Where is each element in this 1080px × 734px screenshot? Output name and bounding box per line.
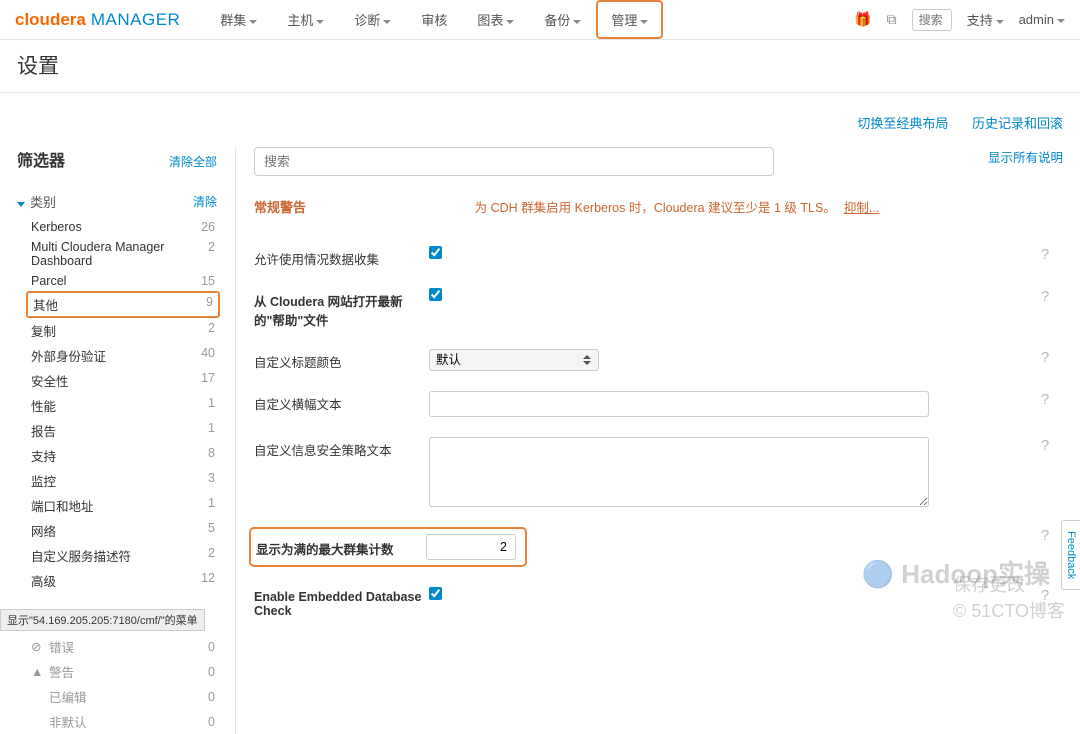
- help-icon[interactable]: ?: [1027, 437, 1063, 454]
- setting-label: 自定义标题颜色: [254, 349, 429, 371]
- nav-item-0[interactable]: 群集: [205, 0, 272, 39]
- status-footer: 显示"54.169.205.205:7180/cmf/"的菜单: [0, 609, 205, 631]
- category-item[interactable]: Multi Cloudera Manager Dashboard2: [29, 237, 217, 271]
- category-item[interactable]: Kerberos26: [29, 217, 217, 237]
- setting-checkbox[interactable]: [429, 587, 442, 600]
- setting-row: 自定义横幅文本?: [254, 381, 1063, 427]
- setting-label: 允许使用情况数据收集: [254, 246, 429, 268]
- status-item[interactable]: ▲警告0: [29, 659, 217, 684]
- help-icon[interactable]: ?: [1027, 288, 1063, 305]
- support-menu[interactable]: 支持: [967, 10, 1004, 29]
- help-icon[interactable]: ?: [1027, 391, 1063, 408]
- global-search-input[interactable]: [912, 9, 952, 31]
- nav-item-2[interactable]: 诊断: [339, 0, 406, 39]
- status-list: ⊘错误0▲警告0已编辑0非默认0: [17, 634, 217, 734]
- setting-row: Enable Embedded Database Check?: [254, 577, 1063, 628]
- category-clear-link[interactable]: 清除: [193, 193, 217, 210]
- setting-label: Enable Embedded Database Check: [254, 587, 429, 618]
- setting-checkbox[interactable]: [429, 288, 442, 301]
- switch-classic-link[interactable]: 切换至经典布局: [857, 116, 948, 131]
- settings-form: 允许使用情况数据收集?从 Cloudera 网站打开最新的"帮助"文件?自定义标…: [254, 236, 1063, 628]
- setting-label: 自定义横幅文本: [254, 391, 429, 413]
- status-item[interactable]: 已编辑0: [29, 684, 217, 709]
- category-item[interactable]: 复制2: [29, 318, 217, 343]
- category-item[interactable]: 安全性17: [29, 368, 217, 393]
- status-item[interactable]: 非默认0: [29, 709, 217, 734]
- category-list: Kerberos26Multi Cloudera Manager Dashboa…: [17, 217, 217, 593]
- setting-row: 自定义标题颜色默认?: [254, 339, 1063, 381]
- suppress-link[interactable]: 抑制...: [844, 201, 879, 215]
- setting-textarea[interactable]: [429, 437, 929, 507]
- parcel-icon[interactable]: 🎁: [854, 11, 871, 28]
- setting-row: 显示为满的最大群集计数?: [254, 517, 1063, 577]
- settings-search-input[interactable]: [254, 147, 774, 176]
- page-title-bar: 设置: [0, 40, 1080, 93]
- feedback-tab[interactable]: Feedback: [1061, 520, 1080, 590]
- nav-item-1[interactable]: 主机: [272, 0, 339, 39]
- category-item[interactable]: 高级12: [29, 568, 217, 593]
- setting-row: 允许使用情况数据收集?: [254, 236, 1063, 278]
- clear-all-link[interactable]: 清除全部: [169, 153, 217, 170]
- user-menu[interactable]: admin: [1019, 12, 1065, 27]
- status-item[interactable]: ⊘错误0: [29, 634, 217, 659]
- category-item[interactable]: Parcel15: [29, 271, 217, 291]
- page-title: 设置: [17, 50, 1063, 80]
- setting-text-input[interactable]: [429, 391, 929, 417]
- settings-main: 显示所有说明 常规警告 为 CDH 群集启用 Kerberos 时，Cloude…: [235, 147, 1063, 734]
- setting-label: 显示为满的最大群集计数: [256, 536, 426, 558]
- logo-suffix: MANAGER: [91, 10, 180, 30]
- help-icon[interactable]: ?: [1027, 587, 1063, 604]
- nav-item-5[interactable]: 备份: [529, 0, 596, 39]
- category-item[interactable]: 端口和地址1: [29, 493, 217, 518]
- filter-sidebar: 筛选器 清除全部 类别 清除 Kerberos26Multi Cloudera …: [17, 147, 217, 734]
- setting-row: 自定义信息安全策略文本?: [254, 427, 1063, 517]
- setting-select[interactable]: 默认: [429, 349, 599, 371]
- filter-title: 筛选器: [17, 147, 65, 171]
- history-link[interactable]: 历史记录和回滚: [972, 116, 1063, 131]
- setting-label: 从 Cloudera 网站打开最新的"帮助"文件: [254, 288, 429, 329]
- category-item[interactable]: 自定义服务描述符2: [29, 543, 217, 568]
- category-item[interactable]: 性能1: [29, 393, 217, 418]
- nav-item-3[interactable]: 审核: [406, 0, 462, 39]
- setting-checkbox[interactable]: [429, 246, 442, 259]
- category-item[interactable]: 其他9: [26, 291, 220, 318]
- category-item[interactable]: 监控3: [29, 468, 217, 493]
- category-item[interactable]: 网络5: [29, 518, 217, 543]
- category-item[interactable]: 报告1: [29, 418, 217, 443]
- category-item[interactable]: 支持8: [29, 443, 217, 468]
- setting-label: 自定义信息安全策略文本: [254, 437, 429, 459]
- help-icon[interactable]: ?: [1027, 246, 1063, 263]
- help-icon[interactable]: ?: [1027, 349, 1063, 366]
- nav-items: 群集主机诊断审核图表备份管理: [205, 0, 663, 39]
- top-navigation: cloudera MANAGER 群集主机诊断审核图表备份管理 🎁 ⧉ 支持 a…: [0, 0, 1080, 40]
- running-icon[interactable]: ⧉: [887, 11, 897, 28]
- show-all-link[interactable]: 显示所有说明: [988, 147, 1063, 166]
- top-links: 切换至经典布局 历史记录和回滚: [17, 113, 1063, 132]
- logo-brand: cloudera: [15, 10, 86, 30]
- warning-message: 为 CDH 群集启用 Kerberos 时，Cloudera 建议至少是 1 级…: [475, 201, 880, 215]
- category-item[interactable]: 外部身份验证40: [29, 343, 217, 368]
- setting-number-input[interactable]: [426, 534, 516, 560]
- chevron-down-icon: [17, 202, 25, 207]
- nav-right: 🎁 ⧉ 支持 admin: [854, 9, 1065, 31]
- warning-section-title: 常规警告: [254, 200, 306, 215]
- setting-row: 从 Cloudera 网站打开最新的"帮助"文件?: [254, 278, 1063, 339]
- nav-item-4[interactable]: 图表: [462, 0, 529, 39]
- category-header[interactable]: 类别 清除: [17, 186, 217, 217]
- help-icon[interactable]: ?: [1027, 527, 1063, 544]
- nav-item-6[interactable]: 管理: [596, 0, 663, 39]
